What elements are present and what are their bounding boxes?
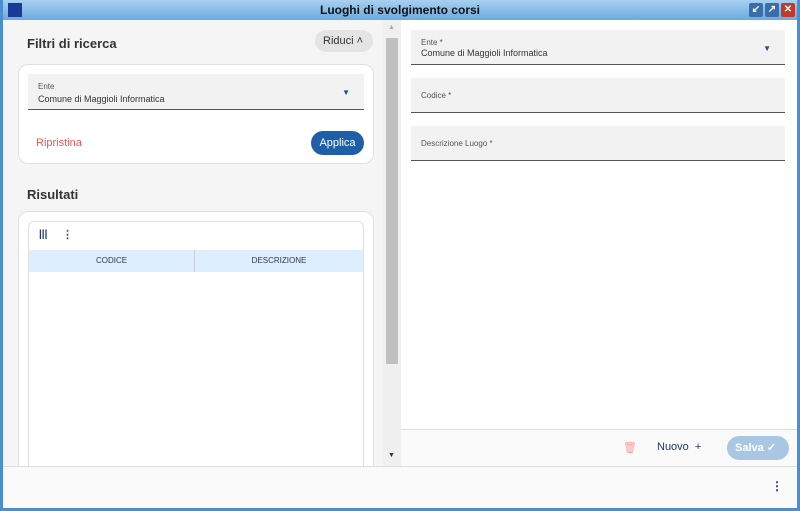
column-header-codice[interactable]: CODICE xyxy=(29,250,195,272)
form-actions: 🗑 Nuovo + Salva ✓ xyxy=(401,429,797,466)
left-panel: Filtri di ricerca Riduci ˄ Ente Comune d… xyxy=(3,20,383,481)
collapse-button[interactable]: Riduci ˄ xyxy=(315,30,373,52)
descrizione-label: Descrizione Luogo * xyxy=(421,139,493,148)
ente-filter-select[interactable]: Ente Comune di Maggioli Informatica ▼ xyxy=(28,74,364,110)
check-icon: ✓ xyxy=(766,442,777,454)
results-card: ||| ⋮ CODICE DESCRIZIONE xyxy=(18,211,374,481)
close-icon[interactable]: ✕ xyxy=(781,3,795,17)
ente-label: Ente xyxy=(38,82,55,91)
filters-title: Filtri di ricerca xyxy=(27,36,117,51)
window: Luoghi di svolgimento corsi ↙ ↗ ✕ Filtri… xyxy=(0,0,800,511)
dropdown-arrow-icon: ▼ xyxy=(342,88,350,97)
more-vertical-icon[interactable]: ⋮ xyxy=(771,479,783,493)
more-vertical-icon[interactable]: ⋮ xyxy=(62,228,73,241)
detail-form: Ente * Comune di Maggioli Informatica ▼ … xyxy=(401,20,797,466)
column-header-descrizione[interactable]: DESCRIZIONE xyxy=(195,250,363,272)
footer: ⋮ xyxy=(3,466,797,508)
apply-button[interactable]: Applica xyxy=(311,131,364,155)
save-label: Salva xyxy=(735,442,764,454)
minimize-icon[interactable]: ↙ xyxy=(749,3,763,17)
chevron-up-icon: ˄ xyxy=(356,35,364,47)
codice-input[interactable]: Codice * xyxy=(411,78,785,113)
title-bar: Luoghi di svolgimento corsi ↙ ↗ ✕ xyxy=(3,0,797,20)
collapse-label: Riduci xyxy=(323,35,354,47)
codice-label: Codice * xyxy=(421,91,452,100)
maximize-icon[interactable]: ↗ xyxy=(765,3,779,17)
columns-icon[interactable]: ||| xyxy=(39,229,47,240)
app-logo-icon xyxy=(8,3,22,17)
reset-button[interactable]: Ripristina xyxy=(36,137,82,149)
scrollbar-thumb[interactable] xyxy=(386,38,398,364)
ente-form-value: Comune di Maggioli Informatica xyxy=(421,48,548,58)
new-button[interactable]: Nuovo + xyxy=(657,441,701,453)
dropdown-arrow-icon: ▼ xyxy=(763,44,771,53)
plus-icon: + xyxy=(694,441,702,453)
results-grid: ||| ⋮ CODICE DESCRIZIONE xyxy=(28,221,364,481)
filter-card: Ente Comune di Maggioli Informatica ▼ Ri… xyxy=(18,64,374,164)
descrizione-textarea[interactable]: Descrizione Luogo * xyxy=(411,126,785,161)
results-title: Risultati xyxy=(27,187,79,202)
delete-icon[interactable]: 🗑 xyxy=(623,441,637,454)
new-label: Nuovo xyxy=(657,441,689,453)
left-scrollbar[interactable]: ▲ ▼ xyxy=(383,20,401,466)
ente-select[interactable]: Ente * Comune di Maggioli Informatica ▼ xyxy=(411,30,785,65)
window-title: Luoghi di svolgimento corsi xyxy=(319,3,480,17)
ente-value: Comune di Maggioli Informatica xyxy=(38,94,165,104)
ente-form-label: Ente * xyxy=(421,38,443,47)
scroll-down-icon[interactable]: ▼ xyxy=(388,452,395,459)
table-header: CODICE DESCRIZIONE xyxy=(29,250,363,272)
scroll-up-icon[interactable]: ▲ xyxy=(388,24,395,31)
save-button[interactable]: Salva ✓ xyxy=(727,436,789,460)
